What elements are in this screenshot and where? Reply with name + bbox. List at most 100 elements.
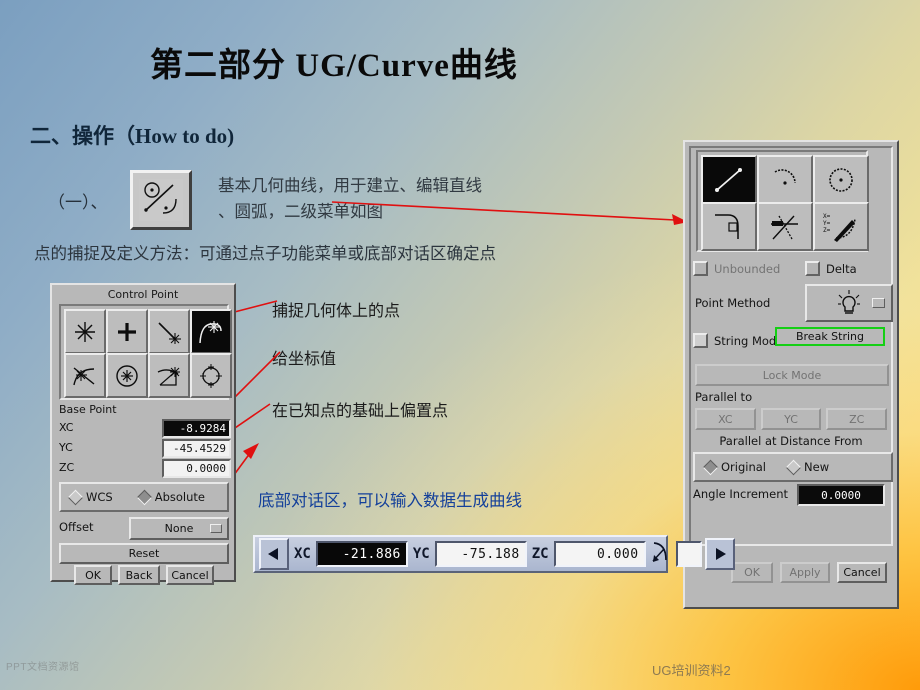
- next-step-button[interactable]: [704, 538, 735, 570]
- parallel-axis-buttons: XC YC ZC: [695, 408, 888, 430]
- previous-step-button[interactable]: [259, 538, 289, 570]
- angle-increment-row: Angle Increment 0.0000: [693, 484, 889, 506]
- fillet-button[interactable]: [701, 202, 757, 251]
- base-point-yc-label: YC: [59, 441, 73, 454]
- fillet-icon: [715, 213, 739, 239]
- parallel-yc-button[interactable]: YC: [760, 408, 822, 430]
- svg-text:Y=: Y=: [823, 220, 831, 227]
- snap-arc-center-button[interactable]: [106, 353, 148, 398]
- edit-curve-parameters-button[interactable]: X= Y= Z=: [813, 202, 869, 251]
- string-mode-checkbox[interactable]: String Mode: [693, 333, 783, 348]
- basic-curve-toolbar-button[interactable]: [130, 170, 192, 230]
- string-mode-row: String Mode Break String: [693, 327, 889, 349]
- offset-label: Offset: [59, 520, 94, 534]
- coordinate-entry-bar[interactable]: XC -21.886 YC -75.188 ZC 0.000: [253, 535, 735, 573]
- annotation-snap-geometry: 捕捉几何体上的点: [272, 303, 401, 320]
- string-mode-checkbox-indicator: [693, 333, 708, 348]
- snap-method-note: 点的捕捉及定义方法：可通过点子功能菜单或底部对话区确定点: [34, 244, 496, 263]
- cancel-button[interactable]: Cancel: [166, 565, 214, 585]
- control-point-dialog[interactable]: Control Point Base Point XC -8.9284 YC -…: [50, 283, 236, 585]
- absolute-radio-label: Absolute: [154, 490, 205, 504]
- slide-canvas: 第二部分 UG/Curve曲线 二、操作（How to do) （一）、 基本几…: [0, 0, 920, 690]
- parallel-xc-button[interactable]: XC: [695, 408, 756, 430]
- snap-endpoint-line-icon: [158, 321, 181, 344]
- trim-curve-button[interactable]: [757, 202, 813, 251]
- line-button[interactable]: [701, 155, 757, 204]
- snap-all-quadrants-button[interactable]: [190, 353, 232, 398]
- unbounded-checkbox-indicator: [693, 261, 708, 276]
- snap-quadrant-tangent-button[interactable]: [148, 353, 190, 398]
- annotation-offset-point: 在已知点的基础上偏置点: [272, 403, 449, 420]
- wcs-radio[interactable]: WCS: [67, 489, 113, 505]
- snap-point-asterisk-icon: [75, 321, 95, 342]
- snap-point-asterisk-button[interactable]: [64, 309, 106, 354]
- angle-increment-label: Angle Increment: [693, 487, 789, 501]
- snap-point-on-curve-button[interactable]: [190, 309, 232, 354]
- original-radio-label: Original: [721, 460, 767, 474]
- snap-quadrant-tangent-icon: [157, 366, 180, 386]
- circle-button[interactable]: [813, 155, 869, 204]
- original-radio[interactable]: Original: [702, 459, 767, 475]
- base-point-yc-input[interactable]: -45.4529: [162, 439, 231, 458]
- base-point-xc-input[interactable]: -8.9284: [162, 419, 231, 438]
- arrow-right-icon: [715, 548, 726, 560]
- parallel-to-label: Parallel to: [695, 390, 753, 404]
- back-button[interactable]: Back: [118, 565, 160, 585]
- coord-zc-input[interactable]: 0.000: [553, 541, 646, 567]
- wcs-radio-indicator: [67, 489, 84, 505]
- offset-row: Offset None: [59, 517, 229, 540]
- unbounded-checkbox[interactable]: Unbounded: [693, 261, 780, 276]
- delta-checkbox[interactable]: Delta: [805, 261, 857, 276]
- basic-curve-icon: [139, 179, 183, 221]
- break-string-button[interactable]: Break String: [775, 327, 885, 346]
- point-pick-button[interactable]: [649, 541, 673, 567]
- circle-icon: [829, 167, 853, 192]
- point-method-dropdown-arrow-icon: [872, 298, 885, 308]
- original-radio-indicator: [702, 459, 719, 475]
- description-line-2: 、圆弧，二级菜单如图: [218, 202, 383, 221]
- parallel-distance-radio-group: Original New: [693, 452, 893, 482]
- curve-ok-button[interactable]: OK: [731, 562, 773, 583]
- lock-mode-button[interactable]: Lock Mode: [695, 364, 889, 386]
- snap-method-icon-grid: [59, 304, 232, 400]
- snap-point-cross-button[interactable]: [106, 309, 148, 354]
- control-point-dialog-title: Control Point: [107, 288, 179, 301]
- angle-increment-input[interactable]: 0.0000: [797, 484, 885, 506]
- trim-curve-icon: [771, 215, 798, 239]
- curve-dialog-buttons: OK Apply Cancel: [731, 562, 887, 583]
- ok-button[interactable]: OK: [74, 565, 112, 585]
- delta-checkbox-indicator: [805, 261, 820, 276]
- section-heading: 二、操作（How to do): [30, 124, 235, 148]
- reset-button[interactable]: Reset: [59, 543, 229, 564]
- point-method-option-menu[interactable]: [805, 284, 893, 322]
- parallel-zc-button[interactable]: ZC: [826, 408, 888, 430]
- arc-icon: [774, 168, 796, 185]
- coord-xc-label: XC: [294, 546, 311, 562]
- absolute-radio[interactable]: Absolute: [136, 489, 205, 505]
- parallel-distance-label: Parallel at Distance From: [719, 434, 863, 448]
- watermark-label: PPT文档资源馆: [6, 662, 80, 673]
- base-point-label: Base Point: [59, 403, 117, 416]
- curve-cancel-button[interactable]: Cancel: [837, 562, 887, 583]
- coord-yc-label: YC: [412, 546, 430, 562]
- arrow-left-icon: [268, 548, 278, 560]
- offset-option-menu[interactable]: None: [129, 517, 229, 540]
- coord-zc-label: ZC: [531, 546, 549, 562]
- arc-button[interactable]: [757, 155, 813, 204]
- snap-arc-center-icon: [116, 364, 138, 387]
- coord-extra-field[interactable]: [675, 541, 702, 567]
- coord-yc-input[interactable]: -75.188: [434, 541, 527, 567]
- inferred-point-icon: [838, 290, 860, 314]
- curve-type-icon-grid: X= Y= Z=: [696, 150, 869, 252]
- curve-apply-button[interactable]: Apply: [780, 562, 830, 583]
- base-point-zc-label: ZC: [59, 461, 75, 474]
- offset-option-value: None: [164, 522, 194, 535]
- svg-text:Z=: Z=: [823, 227, 831, 234]
- coord-xc-input[interactable]: -21.886: [315, 541, 408, 567]
- snap-endpoint-line-button[interactable]: [148, 309, 190, 354]
- base-point-zc-input[interactable]: 0.0000: [162, 459, 231, 478]
- snap-intersection-button[interactable]: [64, 353, 106, 398]
- new-radio[interactable]: New: [785, 459, 829, 475]
- point-pick-icon: [652, 542, 667, 562]
- string-mode-label: String Mode: [714, 333, 784, 348]
